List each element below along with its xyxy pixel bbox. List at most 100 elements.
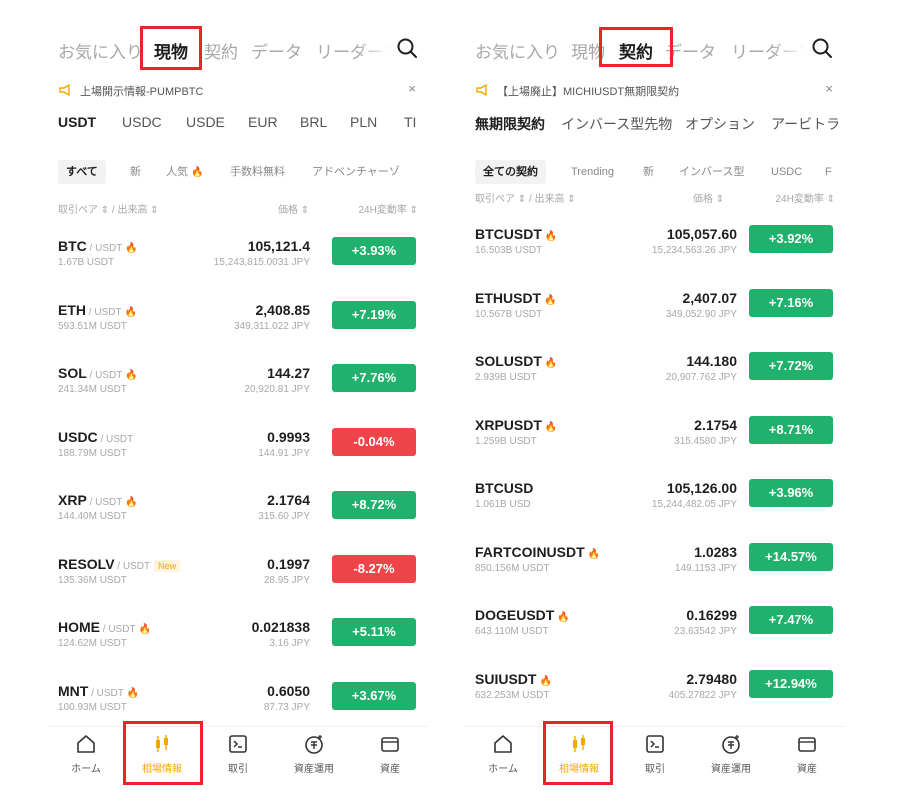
change-badge[interactable]: +8.71% xyxy=(749,415,833,444)
market-row[interactable]: ETH / USDT 🔥 593.51M USDT 2,408.85 349,311.0… xyxy=(48,292,428,356)
close-icon[interactable]: × xyxy=(408,81,416,96)
change-badge[interactable]: +3.96% xyxy=(749,479,833,507)
change-badge[interactable]: +7.47% xyxy=(749,606,833,634)
contract-tab-arbitrage[interactable]: アービトラ xyxy=(771,114,840,134)
filter-trending[interactable]: Trending xyxy=(571,160,614,184)
price-jpy: 23.63542 JPY xyxy=(674,626,737,637)
market-row[interactable]: BTC / USDT 🔥 1.67B USDT 105,121.4 15,243,815… xyxy=(48,228,428,292)
nav-trade[interactable]: 取引 xyxy=(200,733,276,775)
col-header-pair-volume[interactable]: 取引ペア ⇕ / 出来高 ⇕ xyxy=(58,201,159,216)
change-badge[interactable]: +7.72% xyxy=(749,352,833,380)
quote-tab-brl[interactable]: BRL xyxy=(300,114,327,130)
announcement-bar[interactable]: 【上場廃止】MICHIUSDT無期限契約 × xyxy=(465,80,845,102)
market-row[interactable]: DOGEUSDT 🔥 643.110M USDT 0.16299 23.63542 JP… xyxy=(465,597,845,661)
nav-markets[interactable]: 相場情報 xyxy=(541,733,617,775)
filter-popular-label: 人気 xyxy=(166,166,188,178)
change-badge[interactable]: -8.27% xyxy=(332,554,416,583)
pair-symbol-text: DOGEUSDT xyxy=(475,607,555,623)
tab-data[interactable]: データ xyxy=(251,38,302,63)
quote-asset: / USDT xyxy=(100,624,136,635)
filter-more[interactable]: F xyxy=(825,160,832,184)
trade-icon xyxy=(229,735,247,753)
market-row[interactable]: USDC / USDT 188.79M USDT 0.9993 144.91 JPY -… xyxy=(48,419,428,483)
price-jpy: 15,243,815.0031 JPY xyxy=(213,257,310,268)
market-row[interactable]: XRPUSDT 🔥 1.259B USDT 2.1754 315.4580 JPY +8.… xyxy=(465,407,845,471)
quote-tab-eur[interactable]: EUR xyxy=(248,114,278,130)
volume: 16.503B USDT xyxy=(475,245,543,256)
announcement-bar[interactable]: 上場開示情報-PUMPBTC × xyxy=(48,80,428,102)
tab-spot[interactable]: 現物 xyxy=(154,38,188,63)
market-row[interactable]: HOME / USDT 🔥 124.62M USDT 0.021838 3.16 JPY… xyxy=(48,609,428,673)
contract-tab-perpetual[interactable]: 無期限契約 xyxy=(475,114,545,134)
quote-tab-usdc[interactable]: USDC xyxy=(122,114,162,130)
tab-spot[interactable]: 現物 xyxy=(571,38,605,63)
contract-tab-inverse-futures[interactable]: インバース型先物 xyxy=(561,114,672,134)
search-icon[interactable] xyxy=(811,37,833,59)
col-header-change[interactable]: 24H変動率 ⇕ xyxy=(358,201,418,216)
filter-all-contracts[interactable]: 全ての契約 xyxy=(475,160,546,184)
nav-label: 相場情報 xyxy=(559,764,599,775)
tab-contracts[interactable]: 契約 xyxy=(204,38,238,63)
tab-data[interactable]: データ xyxy=(665,38,716,63)
quote-tab-ti[interactable]: TI xyxy=(404,114,416,130)
nav-home[interactable]: ホーム xyxy=(465,733,541,775)
filter-popular[interactable]: 人気 🔥 xyxy=(166,160,204,184)
search-icon[interactable] xyxy=(396,37,418,59)
contract-tab-options[interactable]: オプション xyxy=(685,114,755,134)
quote-tab-usdt[interactable]: USDT xyxy=(58,114,96,130)
filter-inverse[interactable]: インバース型 xyxy=(679,160,744,184)
nav-assets[interactable]: 資産 xyxy=(352,733,428,775)
close-icon[interactable]: × xyxy=(825,81,833,96)
filter-new[interactable]: 新 xyxy=(643,160,654,184)
market-row[interactable]: ETHUSDT 🔥 10.567B USDT 2,407.07 349,052.90 J… xyxy=(465,280,845,344)
change-badge[interactable]: +7.16% xyxy=(749,288,833,317)
col-header-price[interactable]: 価格 ⇕ xyxy=(693,190,724,205)
nav-markets[interactable]: 相場情報 xyxy=(124,733,200,775)
col-header-pair-volume[interactable]: 取引ペア ⇕ / 出来高 ⇕ xyxy=(475,190,576,205)
change-badge[interactable]: -0.04% xyxy=(332,427,416,456)
nav-label: 資産 xyxy=(380,764,400,775)
market-row[interactable]: FARTCOINUSDT 🔥 850.156M USDT 1.0283 149.1153… xyxy=(465,534,845,598)
market-row[interactable]: BTCUSDT 🔥 16.503B USDT 105,057.60 15,234,563… xyxy=(465,216,845,280)
pair-symbol-text: XRP xyxy=(58,492,87,508)
last-price: 0.9993 xyxy=(267,428,310,445)
market-row[interactable]: SUIUSDT 🔥 632.253M USDT 2.79480 405.27822 JP… xyxy=(465,661,845,725)
col-header-change[interactable]: 24H変動率 ⇕ xyxy=(775,190,835,205)
nav-earn[interactable]: 資産運用 xyxy=(693,733,769,775)
change-badge[interactable]: +7.76% xyxy=(332,364,416,392)
change-badge[interactable]: +3.67% xyxy=(332,681,416,710)
market-row[interactable]: SOLUSDT 🔥 2.939B USDT 144.180 20,907.762 JPY… xyxy=(465,343,845,407)
volume: 1.061B USD xyxy=(475,499,531,510)
filter-usdc[interactable]: USDC xyxy=(771,160,802,184)
megaphone-icon xyxy=(476,84,487,96)
trade-icon xyxy=(646,735,664,753)
quote-tab-pln[interactable]: PLN xyxy=(350,114,377,130)
tab-favorites[interactable]: お気に入り xyxy=(58,38,143,63)
col-header-price[interactable]: 価格 ⇕ xyxy=(278,201,309,216)
market-row[interactable]: RESOLV / USDT New 135.36M USDT 0.1997 28.95 … xyxy=(48,546,428,610)
tab-contracts[interactable]: 契約 xyxy=(619,38,653,63)
filter-new[interactable]: 新 xyxy=(130,160,141,184)
quote-tab-usde[interactable]: USDE xyxy=(186,114,225,130)
filter-all[interactable]: すべて xyxy=(58,160,106,184)
filter-fee-free[interactable]: 手数料無料 xyxy=(230,160,285,184)
market-row[interactable]: XRP / USDT 🔥 144.40M USDT 2.1764 315.60 JPY +… xyxy=(48,482,428,546)
filter-adventure[interactable]: アドベンチャーゾ xyxy=(312,160,400,184)
market-row[interactable]: BTCUSD 1.061B USD 105,126.00 15,244,482.05 … xyxy=(465,470,845,534)
nav-home[interactable]: ホーム xyxy=(48,733,124,775)
change-badge[interactable]: +14.57% xyxy=(749,542,833,571)
last-price: 105,126.00 xyxy=(666,480,737,496)
quote-currency-tabs: USDT USDC USDE EUR BRL PLN TI xyxy=(48,112,428,140)
change-badge[interactable]: +8.72% xyxy=(332,491,416,519)
nav-earn[interactable]: 資産運用 xyxy=(276,733,352,775)
change-badge[interactable]: +3.93% xyxy=(332,237,416,265)
change-badge[interactable]: +12.94% xyxy=(749,669,833,698)
tab-favorites[interactable]: お気に入り xyxy=(475,38,560,63)
change-badge[interactable]: +7.19% xyxy=(332,300,416,329)
nav-assets[interactable]: 資産 xyxy=(769,733,845,775)
change-badge[interactable]: +3.92% xyxy=(749,225,833,253)
market-row[interactable]: SOL / USDT 🔥 241.34M USDT 144.27 20,920.81 J… xyxy=(48,355,428,419)
change-badge[interactable]: +5.11% xyxy=(332,618,416,646)
last-price: 144.180 xyxy=(686,353,737,369)
nav-trade[interactable]: 取引 xyxy=(617,733,693,775)
